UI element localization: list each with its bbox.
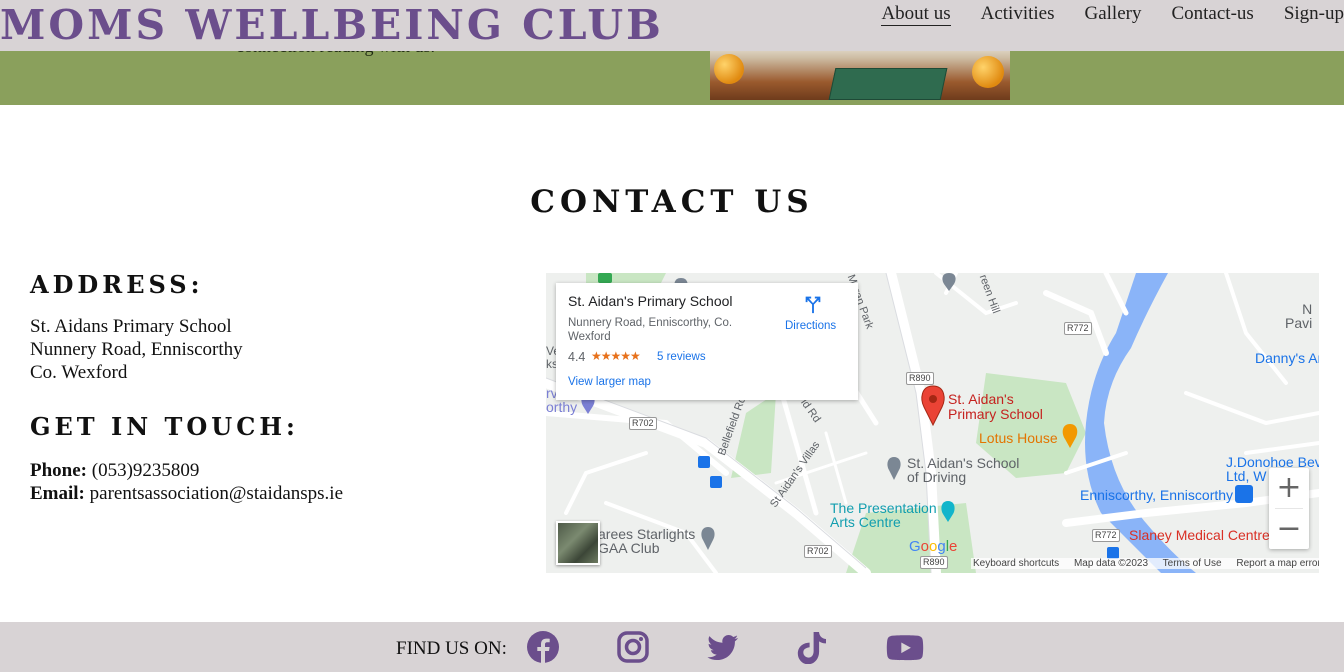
- road-shield: R890: [920, 556, 948, 569]
- map-label-orthy: orthy: [546, 399, 578, 415]
- orange-decoration: [972, 56, 1004, 88]
- road-shield: R890: [906, 372, 934, 385]
- rating-stars-icon: ★★★★★: [591, 349, 641, 363]
- contact-title: CONTACT US: [530, 184, 814, 220]
- contact-info: ADDRESS: St. Aidans Primary School Nunne…: [30, 270, 510, 505]
- road-shield: R772: [1092, 529, 1120, 542]
- phone-value[interactable]: (053)9235809: [92, 460, 200, 481]
- map-info-card: St. Aidan's Primary School Nunnery Road,…: [556, 283, 858, 400]
- google-map[interactable]: St. Aidan's Primary School Lotus House St…: [546, 273, 1319, 573]
- road-shield: R772: [1064, 322, 1092, 335]
- nav-activities[interactable]: Activities: [981, 3, 1055, 26]
- road-shield: R702: [629, 417, 657, 430]
- directions-icon[interactable]: [802, 293, 824, 315]
- map-data-text: Map data ©2023: [1073, 558, 1149, 569]
- view-larger-map-link[interactable]: View larger map: [568, 376, 651, 388]
- address-line: St. Aidans Primary School: [30, 316, 232, 337]
- orange-decoration: [714, 54, 744, 84]
- nav-contact-us[interactable]: Contact-us: [1171, 3, 1253, 26]
- instagram-icon[interactable]: [616, 630, 650, 664]
- road-shield: R702: [804, 545, 832, 558]
- site-footer: FIND US ON:: [0, 622, 1344, 672]
- map-label-driving-school[interactable]: St. Aidan's School of Driving: [907, 456, 1019, 484]
- map-label-lotus-house[interactable]: Lotus House: [979, 430, 1058, 446]
- satellite-toggle-button[interactable]: [556, 521, 600, 565]
- place-rating: 4.4: [568, 350, 586, 364]
- map-label-dannys[interactable]: Danny's Ar: [1255, 350, 1319, 366]
- zoom-in-button[interactable]: +: [1269, 468, 1309, 508]
- nav-gallery[interactable]: Gallery: [1085, 3, 1142, 26]
- zoom-out-button[interactable]: −: [1269, 509, 1309, 549]
- place-address: Nunnery Road, Enniscorthy, Co. Wexford: [568, 317, 733, 343]
- address-line: Nunnery Road, Enniscorthy: [30, 339, 243, 360]
- google-logo: Google: [909, 538, 958, 555]
- place-name: St. Aidan's Primary School: [568, 293, 733, 309]
- site-title[interactable]: MOMS WELLBEING CLUB: [0, 0, 664, 52]
- tiktok-icon[interactable]: [796, 630, 830, 664]
- email-value[interactable]: parentsassociation@staidansps.ie: [90, 483, 343, 504]
- facebook-icon[interactable]: [526, 630, 560, 664]
- find-us-label: FIND US ON:: [396, 638, 507, 659]
- map-label-enniscorthy[interactable]: Enniscorthy, Enniscorthy: [1080, 487, 1233, 503]
- map-zoom-controls: + −: [1269, 468, 1309, 549]
- nav-sign-up[interactable]: Sign-up: [1284, 3, 1344, 26]
- nav-about-us[interactable]: About us: [881, 3, 951, 26]
- map-label-pavi: N Pavi: [1285, 301, 1313, 331]
- keyboard-shortcuts-link[interactable]: Keyboard shortcuts: [973, 558, 1059, 569]
- twitter-icon[interactable]: [706, 630, 740, 664]
- directions-link[interactable]: Directions: [785, 320, 836, 332]
- map-label-starlights-gaa[interactable]: arees Starlights GAA Club: [598, 527, 695, 555]
- address-line: Co. Wexford: [30, 362, 128, 383]
- email-label: Email:: [30, 483, 85, 504]
- main-nav: About us Activities Gallery Contact-us S…: [851, 3, 1344, 26]
- get-in-touch-heading: GET IN TOUCH:: [30, 412, 299, 441]
- phone-label: Phone:: [30, 460, 87, 481]
- map-label-presentation-arts[interactable]: The Presentation Arts Centre: [830, 501, 937, 529]
- terms-of-use-link[interactable]: Terms of Use: [1163, 558, 1222, 569]
- reviews-link[interactable]: 5 reviews: [657, 351, 706, 363]
- contact-details: Phone: (053)9235809 Email: parentsassoci…: [30, 459, 510, 505]
- phone-row: Phone: (053)9235809: [30, 459, 510, 482]
- map-label-school[interactable]: St. Aidan's Primary School: [948, 392, 1043, 422]
- book-decoration: [828, 68, 948, 100]
- map-attribution: Keyboard shortcuts Map data ©2023 Terms …: [971, 558, 1319, 569]
- address-block: St. Aidans Primary School Nunnery Road, …: [30, 315, 510, 384]
- map-label-slaney-medical[interactable]: Slaney Medical Centre: [1129, 527, 1270, 543]
- youtube-icon[interactable]: [886, 630, 924, 664]
- site-header: MOMS WELLBEING CLUB About us Activities …: [0, 0, 1344, 51]
- report-map-error-link[interactable]: Report a map error: [1236, 558, 1319, 569]
- address-heading: ADDRESS:: [30, 270, 204, 299]
- email-row: Email: parentsassociation@staidansps.ie: [30, 482, 510, 505]
